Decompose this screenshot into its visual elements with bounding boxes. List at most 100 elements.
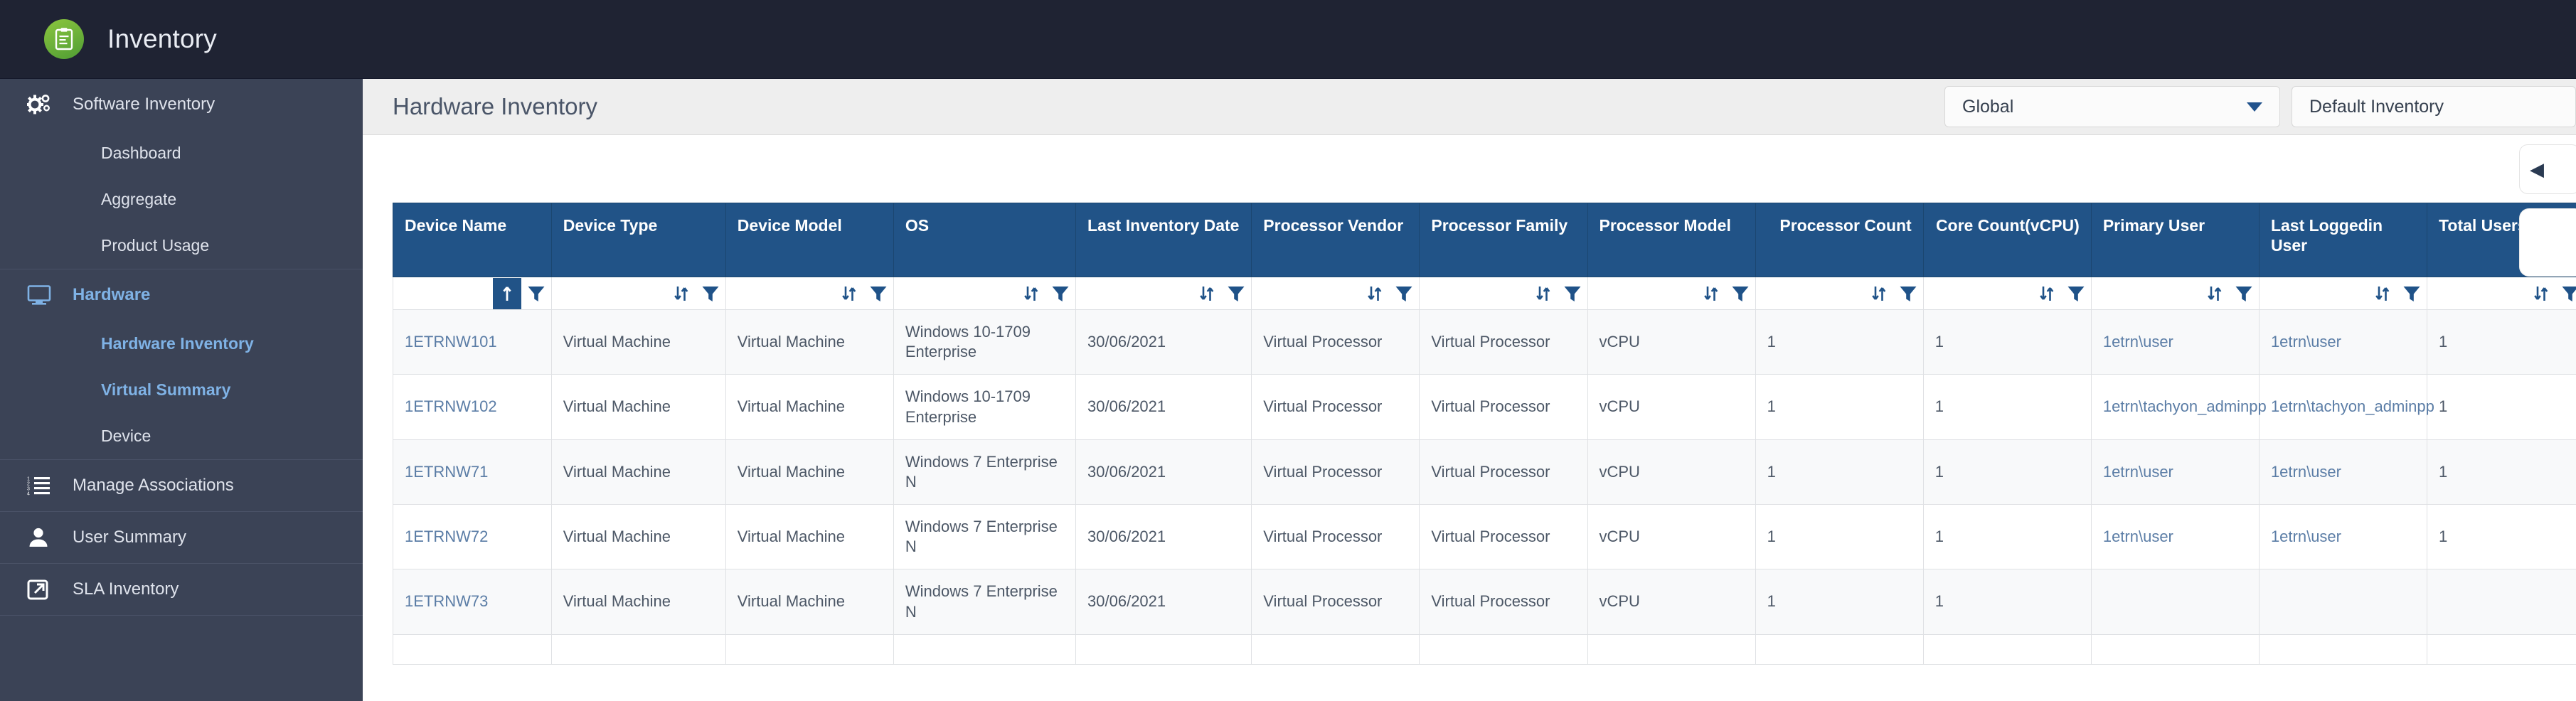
cell-primary-user[interactable]: 1etrn\user <box>2091 310 2259 375</box>
sidebar-item-label: Product Usage <box>101 236 209 255</box>
cell-primary-user[interactable]: 1etrn\user <box>2091 439 2259 504</box>
sidebar-group-manage-associations: 1 2 3 4 Manage Associations <box>0 460 363 512</box>
sidebar-item-user-summary[interactable]: User Summary <box>0 512 363 563</box>
cell-last-loggedin-user[interactable]: 1etrn\user <box>2259 310 2427 375</box>
cell-total-users: 1 <box>2427 505 2576 569</box>
cell-primary-user[interactable]: 1etrn\user <box>2091 505 2259 569</box>
cell-last-loggedin-user[interactable]: 1etrn\tachyon_adminpp <box>2259 375 2427 439</box>
filter-cell-total-users <box>2427 277 2576 310</box>
spacer-cell <box>1923 634 2091 664</box>
cell-primary-user[interactable] <box>2091 569 2259 634</box>
inventory-select[interactable]: Default Inventory <box>2292 86 2576 127</box>
cell-last-loggedin-user[interactable]: 1etrn\user <box>2259 439 2427 504</box>
cell-last-inventory-date: 30/06/2021 <box>1076 505 1252 569</box>
cell-processor-vendor: Virtual Processor <box>1252 375 1420 439</box>
filter-icon[interactable] <box>1221 278 1251 309</box>
cell-processor-family: Virtual Processor <box>1420 310 1587 375</box>
page-title: Hardware Inventory <box>393 93 597 120</box>
sort-toggle-icon[interactable] <box>1193 278 1221 309</box>
sort-toggle-icon[interactable] <box>1529 278 1558 309</box>
sidebar-item-device[interactable]: Device <box>0 413 363 459</box>
sort-toggle-icon[interactable] <box>667 278 696 309</box>
user-icon <box>27 527 60 548</box>
spacer-cell <box>551 634 725 664</box>
filter-cell-os <box>893 277 1075 310</box>
cell-last-loggedin-user[interactable] <box>2259 569 2427 634</box>
sidebar-item-hardware-inventory[interactable]: Hardware Inventory <box>0 321 363 367</box>
filter-icon[interactable] <box>2555 278 2576 309</box>
sidebar-item-label: User Summary <box>73 528 186 547</box>
right-side-panel[interactable] <box>2519 208 2576 277</box>
filter-icon[interactable] <box>1725 278 1755 309</box>
sort-toggle-icon[interactable] <box>2368 278 2397 309</box>
column-header-processor-count[interactable]: Processor Count <box>1755 203 1923 277</box>
table-row[interactable]: 1ETRNW72Virtual MachineVirtual MachineWi… <box>393 505 2576 569</box>
filter-icon[interactable] <box>2229 278 2259 309</box>
column-header-last-inventory-date[interactable]: Last Inventory Date <box>1076 203 1252 277</box>
sort-toggle-icon[interactable] <box>1697 278 1725 309</box>
sidebar-item-manage-associations[interactable]: 1 2 3 4 Manage Associations <box>0 460 363 511</box>
cell-processor-family: Virtual Processor <box>1420 375 1587 439</box>
filter-icon[interactable] <box>2397 278 2427 309</box>
toolbar-overflow-button[interactable]: ◀ <box>2519 144 2576 194</box>
column-header-core-count[interactable]: Core Count(vCPU) <box>1923 203 2091 277</box>
filter-icon[interactable] <box>1558 278 1587 309</box>
cell-processor-vendor: Virtual Processor <box>1252 505 1420 569</box>
table-row[interactable]: 1ETRNW101Virtual MachineVirtual MachineW… <box>393 310 2576 375</box>
column-header-device-name[interactable]: Device Name <box>393 203 552 277</box>
sort-toggle-icon[interactable] <box>2200 278 2229 309</box>
filter-icon[interactable] <box>696 278 725 309</box>
cell-device-name[interactable]: 1ETRNW71 <box>393 439 552 504</box>
filter-icon[interactable] <box>1389 278 1419 309</box>
cell-device-type: Virtual Machine <box>551 505 725 569</box>
sidebar-item-software-inventory[interactable]: Software Inventory <box>0 79 363 130</box>
sidebar-group-software-inventory: Software Inventory Dashboard Aggregate P… <box>0 79 363 269</box>
cell-device-name[interactable]: 1ETRNW101 <box>393 310 552 375</box>
table-row[interactable]: 1ETRNW73Virtual MachineVirtual MachineWi… <box>393 569 2576 634</box>
cell-device-name[interactable]: 1ETRNW73 <box>393 569 552 634</box>
clipboard-icon <box>44 19 84 59</box>
column-header-processor-family[interactable]: Processor Family <box>1420 203 1587 277</box>
column-header-device-type[interactable]: Device Type <box>551 203 725 277</box>
filter-icon[interactable] <box>1893 278 1923 309</box>
chevron-down-icon <box>2247 102 2262 112</box>
filter-cell-processor-model <box>1587 277 1755 310</box>
sort-toggle-icon[interactable] <box>1017 278 1045 309</box>
sort-toggle-icon[interactable] <box>835 278 863 309</box>
cell-processor-model: vCPU <box>1587 439 1755 504</box>
cell-total-users <box>2427 569 2576 634</box>
sidebar-item-sla-inventory[interactable]: SLA Inventory <box>0 564 363 615</box>
column-header-os[interactable]: OS <box>893 203 1075 277</box>
sidebar-item-aggregate[interactable]: Aggregate <box>0 176 363 223</box>
filter-icon[interactable] <box>521 278 551 309</box>
filter-cell-last-loggedin-user <box>2259 277 2427 310</box>
cell-device-name[interactable]: 1ETRNW72 <box>393 505 552 569</box>
body-row: Software Inventory Dashboard Aggregate P… <box>0 79 2576 701</box>
sort-toggle-icon[interactable] <box>1361 278 1389 309</box>
column-header-processor-vendor[interactable]: Processor Vendor <box>1252 203 1420 277</box>
filter-icon[interactable] <box>1045 278 1075 309</box>
column-header-processor-model[interactable]: Processor Model <box>1587 203 1755 277</box>
sidebar-item-virtual-summary[interactable]: Virtual Summary <box>0 367 363 413</box>
cell-last-loggedin-user[interactable]: 1etrn\user <box>2259 505 2427 569</box>
sidebar-item-product-usage[interactable]: Product Usage <box>0 223 363 269</box>
sort-ascending-icon[interactable] <box>493 278 521 309</box>
sidebar-item-dashboard[interactable]: Dashboard <box>0 130 363 176</box>
scope-select[interactable]: Global <box>1944 86 2280 127</box>
filter-icon[interactable] <box>2061 278 2091 309</box>
cell-processor-count: 1 <box>1755 310 1923 375</box>
column-header-last-loggedin-user[interactable]: Last Loggedin User <box>2259 203 2427 277</box>
column-header-device-model[interactable]: Device Model <box>725 203 893 277</box>
sort-toggle-icon[interactable] <box>1865 278 1893 309</box>
sort-toggle-icon[interactable] <box>2527 278 2555 309</box>
sort-toggle-icon[interactable] <box>2033 278 2061 309</box>
table-body: 1ETRNW101Virtual MachineVirtual MachineW… <box>393 310 2576 665</box>
filter-cell-device-model <box>725 277 893 310</box>
cell-device-name[interactable]: 1ETRNW102 <box>393 375 552 439</box>
column-header-primary-user[interactable]: Primary User <box>2091 203 2259 277</box>
filter-icon[interactable] <box>863 278 893 309</box>
table-row[interactable]: 1ETRNW102Virtual MachineVirtual MachineW… <box>393 375 2576 439</box>
cell-primary-user[interactable]: 1etrn\tachyon_adminpp <box>2091 375 2259 439</box>
sidebar-item-hardware[interactable]: Hardware <box>0 269 363 321</box>
table-row[interactable]: 1ETRNW71Virtual MachineVirtual MachineWi… <box>393 439 2576 504</box>
